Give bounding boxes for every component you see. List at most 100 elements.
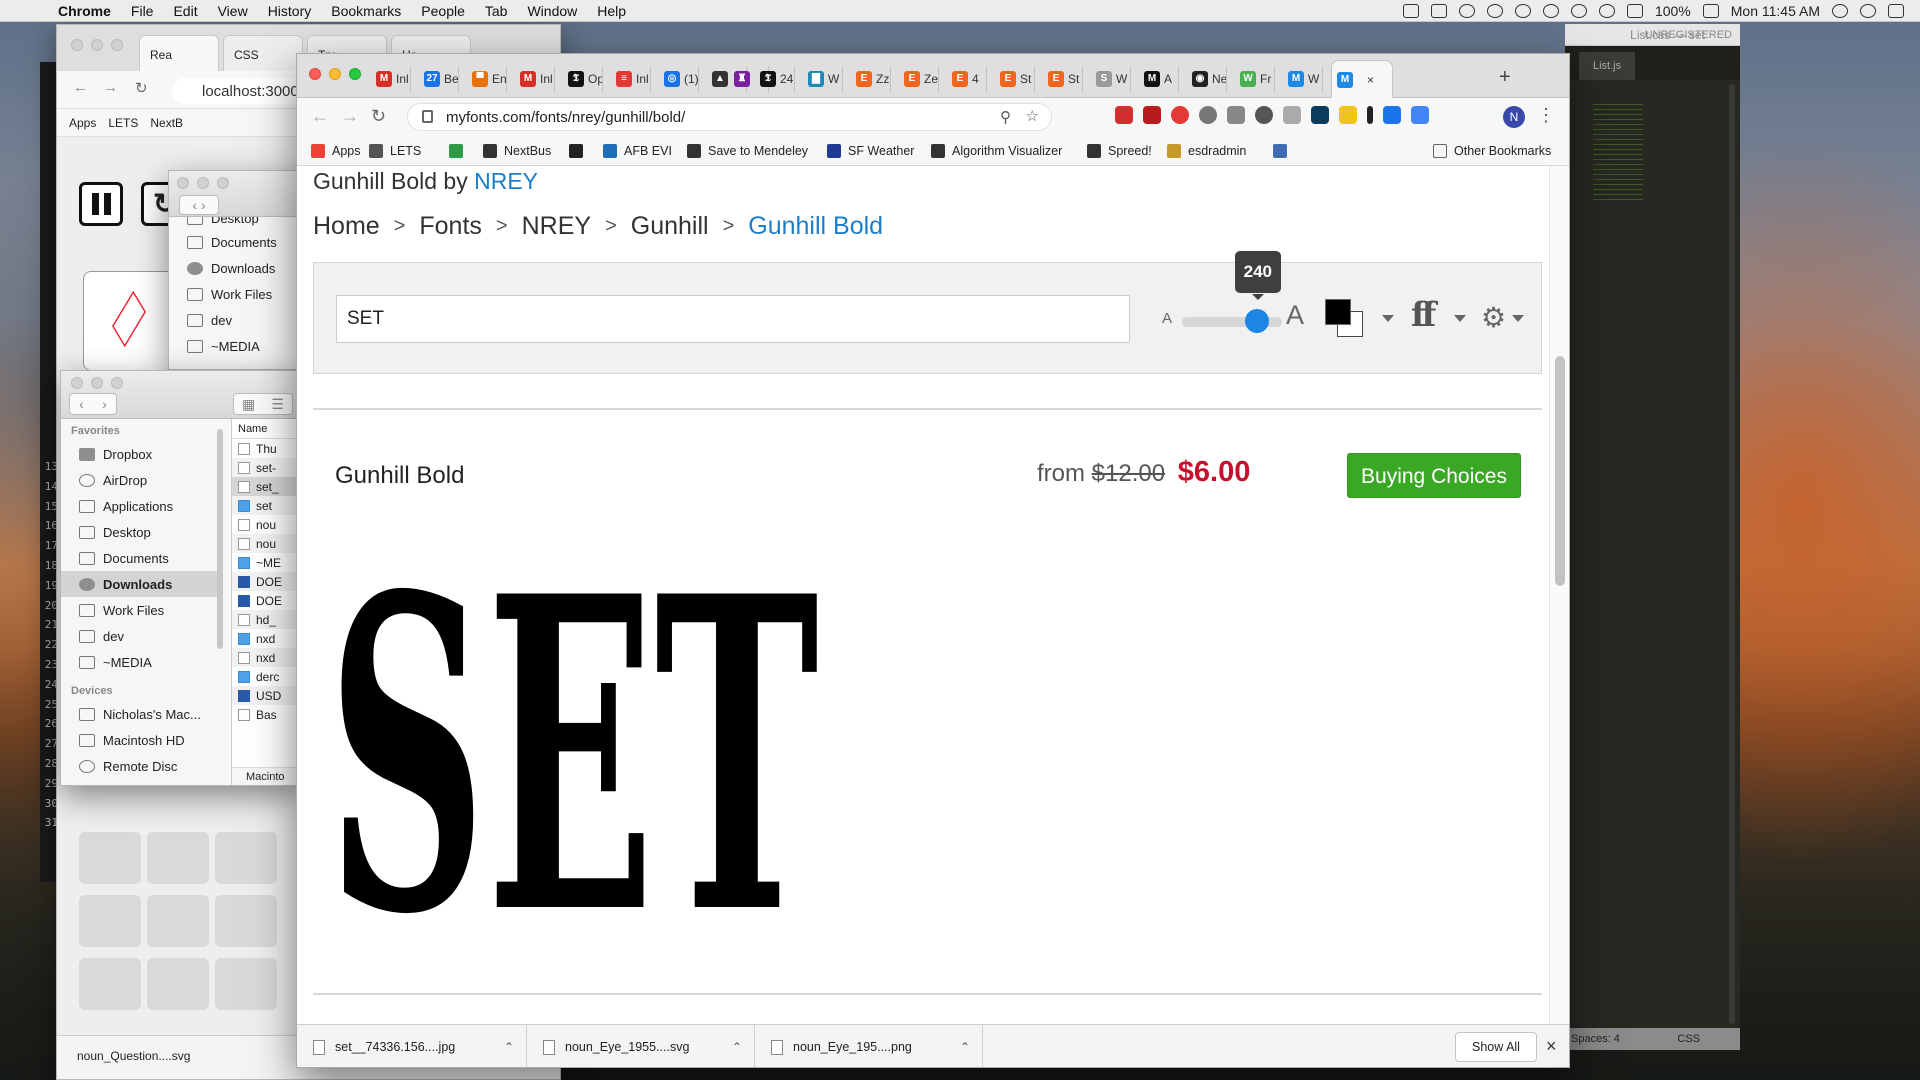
window-controls[interactable] [71,39,123,51]
sidebar-item-work-files[interactable]: Work Files [169,281,317,307]
sidebar-item-this-mac[interactable]: Nicholas's Mac... [61,701,217,727]
menu-help[interactable]: Help [587,3,636,19]
sidebar-item-airdrop[interactable]: AirDrop [61,467,217,493]
list-view-icon[interactable]: ☰ [271,396,284,413]
dropbox-icon[interactable] [1458,3,1475,18]
chevron-up-icon[interactable]: ⌃ [732,1040,754,1054]
close-window-button[interactable] [309,68,321,80]
size-slider-handle[interactable] [1244,309,1269,333]
file-row[interactable]: ~ME [232,553,299,572]
extension-icon[interactable] [1171,106,1189,124]
back-tab[interactable]: CSS [223,35,303,71]
new-tab-button[interactable]: + [1499,66,1511,89]
notification-center-icon[interactable] [1888,3,1904,18]
grid-cell[interactable] [79,895,141,947]
file-row[interactable]: hd_ [232,610,299,629]
bookmark-item[interactable]: Algorithm Visualizer [931,144,1062,158]
bookmark-item[interactable]: SF Weather [827,144,914,158]
tab[interactable]: E St [1043,66,1083,92]
grid-cell[interactable] [79,958,141,1010]
time-machine-icon[interactable] [1570,3,1587,18]
extension-icon[interactable] [1199,106,1217,124]
download-item[interactable]: set__74336.156....jpg ⌃ [297,1025,527,1067]
file-row[interactable]: Bas [232,705,299,724]
close-tab-icon[interactable]: × [1367,73,1374,87]
forward-arrow-icon[interactable]: → [103,79,118,96]
grid-cell[interactable] [147,895,209,947]
text-color-swatch[interactable] [1325,299,1351,325]
settings-dropdown-caret-icon[interactable] [1512,315,1524,322]
color-picker[interactable] [1325,299,1365,339]
butterfly-icon[interactable] [1486,3,1503,18]
sidebar-item-downloads[interactable]: Downloads [61,571,217,597]
bartender-icon[interactable] [1430,3,1447,18]
tab[interactable]: ≡ Inl [611,66,651,92]
battery-icon[interactable] [1702,3,1719,18]
sidebar-item-applications[interactable]: Applications [61,493,217,519]
tab[interactable]: E Zz [851,66,891,92]
sidebar-item-media[interactable]: ~MEDIA [169,333,317,359]
sidebar-item-desktop[interactable]: Desktop [61,519,217,545]
extension-icon[interactable] [1115,106,1133,124]
bookmark-item[interactable]: Save to Mendeley [687,144,808,158]
view-mode-buttons[interactable]: ▦ ☰ [233,393,293,415]
shield-icon[interactable] [1514,3,1531,18]
siri-icon[interactable] [1860,3,1876,18]
file-row[interactable]: Thu [232,439,299,458]
battery-percent[interactable]: 100% [1655,3,1691,19]
tab-active[interactable]: M × [1331,60,1393,98]
tab[interactable]: E4 [947,66,987,92]
wifi-icon[interactable] [1598,3,1615,18]
minimize-window-button[interactable] [329,68,341,80]
bookmark-item[interactable]: AFB EVI [603,144,672,158]
back-tab[interactable]: Rea [139,35,219,71]
zoom-window-button[interactable] [349,68,361,80]
grid-cell[interactable] [215,958,277,1010]
volume-icon[interactable] [1626,3,1643,18]
bookmark-item[interactable]: NextBus [483,144,551,158]
sublime-scrollbar[interactable] [1729,84,1735,1024]
bookmark-item[interactable] [449,144,470,158]
sidebar-item-work-files[interactable]: Work Files [61,597,217,623]
file-row[interactable]: derc [232,667,299,686]
finder-nav-buttons[interactable]: ‹ › [179,195,219,215]
address-bar[interactable]: myfonts.com/fonts/nrey/gunhill/bold/ ⚲ ☆ [407,103,1052,131]
bookmark[interactable]: Apps [69,116,96,136]
scrollbar-thumb[interactable] [1555,356,1565,586]
finder-nav-buttons[interactable]: ‹ › [69,393,117,415]
grid-cell[interactable] [215,895,277,947]
menu-people[interactable]: People [411,3,475,19]
bookmark-star-icon[interactable]: ☆ [1026,107,1039,125]
extension-icon[interactable] [1227,106,1245,124]
extension-icon[interactable] [1339,106,1357,124]
breadcrumb-current[interactable]: Gunhill Bold [748,212,883,241]
settings-gear-icon[interactable]: ⚙ [1481,301,1506,334]
forward-arrow-icon[interactable]: › [102,396,107,412]
tab[interactable]: E Ze [899,66,939,92]
tab[interactable]: M Inl [371,66,411,92]
chevron-up-icon[interactable]: ⌃ [960,1040,982,1054]
tab[interactable]: 𝕿 24 [755,66,795,92]
forward-arrow-icon[interactable]: → [341,106,359,127]
profile-avatar[interactable]: N [1503,106,1525,128]
tab[interactable]: ▇ W [803,66,843,92]
download-item[interactable]: noun_Eye_195....png ⌃ [755,1025,983,1067]
extension-icon[interactable] [1283,106,1301,124]
menu-history[interactable]: History [258,3,322,19]
sidebar-item-dropbox[interactable]: Dropbox [61,441,217,467]
tab[interactable]: M Inl [515,66,555,92]
extension-icon[interactable] [1311,106,1329,124]
bookmark-item[interactable]: Apps [311,144,361,158]
tab[interactable]: W Fr [1235,66,1275,92]
chrome-menu-icon[interactable]: ⋮ [1537,105,1555,126]
bookmark[interactable]: LETS [108,116,138,136]
file-row[interactable]: nxd [232,648,299,667]
sidebar-item-macintosh-hd[interactable]: Macintosh HD [61,727,217,753]
file-row[interactable]: USD [232,686,299,705]
grid-cell[interactable] [147,832,209,884]
window-controls[interactable] [177,177,229,189]
status-syntax[interactable]: CSS [1677,1028,1700,1050]
breadcrumb-home[interactable]: Home [313,212,380,241]
back-arrow-icon[interactable]: ‹ [79,396,84,412]
opentype-features-icon[interactable]: ff [1411,295,1436,335]
